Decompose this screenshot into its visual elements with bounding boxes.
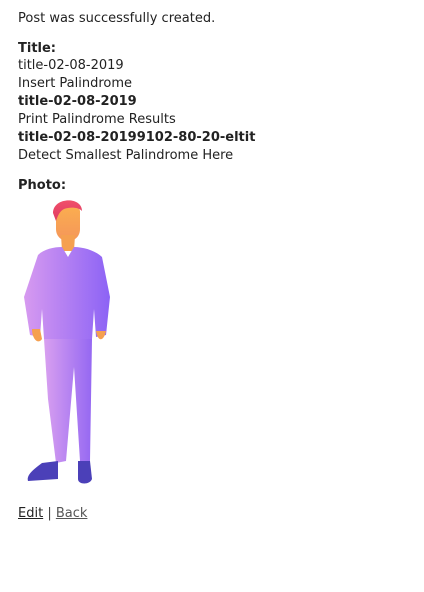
- post-show-page: Post was successfully created. Title: ti…: [0, 0, 424, 522]
- link-separator: |: [47, 506, 52, 521]
- title-line: title-02-08-2019: [18, 94, 137, 109]
- title-line: Insert Palindrome: [18, 76, 133, 91]
- person-illustration: [24, 200, 110, 484]
- photo-label: Photo:: [18, 178, 67, 193]
- edit-link[interactable]: Edit: [18, 506, 43, 521]
- title-label: Title:: [18, 41, 57, 56]
- title-line: title-02-08-2019: [18, 58, 124, 73]
- title-line: Detect Smallest Palindrome Here: [18, 148, 234, 163]
- title-section: Title: title-02-08-2019 Insert Palindrom…: [18, 41, 406, 165]
- photo-section: Photo:: [18, 178, 406, 487]
- title-line: Print Palindrome Results: [18, 112, 176, 127]
- back-link[interactable]: Back: [56, 506, 88, 521]
- post-actions: Edit | Back: [18, 506, 406, 522]
- title-line: title-02-08-20199102-80-20-eltit: [18, 130, 256, 145]
- success-notice: Post was successfully created.: [18, 11, 216, 26]
